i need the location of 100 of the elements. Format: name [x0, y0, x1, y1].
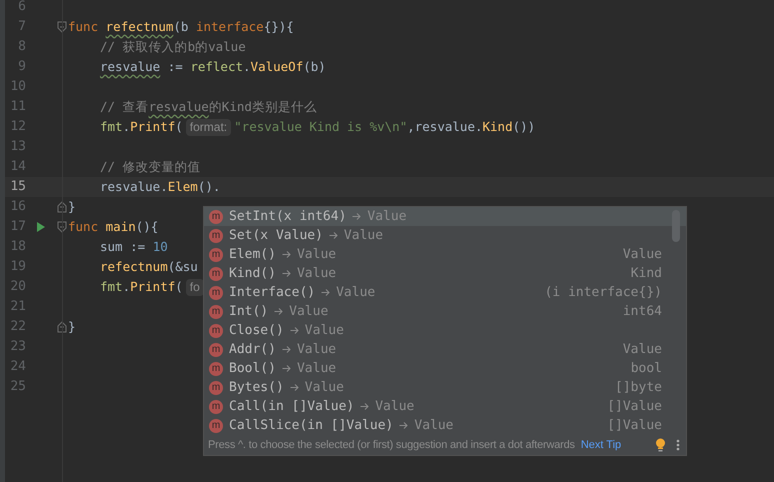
- return-type: Value: [296, 246, 336, 264]
- method-icon: m: [209, 248, 223, 262]
- method-name: Interface(): [229, 284, 316, 302]
- type-text: bool: [630, 360, 662, 378]
- completion-item[interactable]: m Interface() Value (i interface{}): [204, 283, 686, 302]
- more-icon[interactable]: [676, 439, 680, 451]
- arrow-icon: [352, 212, 362, 221]
- completion-item[interactable]: m CallSlice(in []Value) Value []Value: [204, 416, 686, 435]
- completion-item[interactable]: m SetInt(x int64) Value: [204, 207, 686, 226]
- completion-item[interactable]: m Bytes() Value []byte: [204, 378, 686, 397]
- keyword: func: [68, 18, 100, 36]
- type-text: (i interface{}): [544, 284, 662, 302]
- code-text: ,resvalue.: [407, 118, 482, 136]
- arrow-icon: [321, 288, 330, 297]
- fold-icon[interactable]: [57, 201, 67, 213]
- method-name: Int(): [229, 302, 268, 321]
- line-number: 16: [9, 198, 26, 216]
- line-number: 10: [9, 78, 26, 96]
- method-name: Elem(): [229, 246, 276, 264]
- return-type: Value: [336, 284, 376, 302]
- line-number: 7: [17, 18, 26, 36]
- return-type: Value: [296, 264, 336, 283]
- method-icon: m: [209, 400, 223, 414]
- package-name: reflect: [190, 58, 244, 76]
- return-type: Value: [414, 416, 454, 435]
- return-type: Value: [344, 226, 384, 245]
- next-tip-link[interactable]: Next Tip: [580, 436, 622, 454]
- completion-item[interactable]: m Int() Value int64: [204, 302, 686, 321]
- type-text: Value: [622, 340, 662, 359]
- completion-item[interactable]: m Set(x Value) Value: [204, 226, 686, 245]
- completion-item[interactable]: m Addr() Value Value: [204, 340, 686, 359]
- method-name: Addr(): [229, 340, 276, 359]
- line-number: 11: [9, 98, 26, 116]
- code-text: (b): [303, 58, 326, 76]
- package-name: fmt: [100, 278, 123, 296]
- fold-icon[interactable]: [57, 21, 67, 33]
- code-comment: resvalue: [148, 98, 209, 116]
- line-number: 15: [9, 178, 26, 196]
- function-name: main: [106, 218, 136, 236]
- return-type: Value: [304, 378, 344, 397]
- keyword: func: [68, 218, 100, 236]
- parameter-hint: fo: [186, 278, 204, 296]
- method-icon: m: [209, 266, 223, 280]
- arrow-icon: [282, 345, 291, 354]
- code-text: }: [68, 198, 76, 216]
- code-comment: 的Kind类别是什么: [208, 98, 317, 116]
- keyword: interface: [196, 18, 264, 36]
- arrow-icon: [282, 250, 291, 259]
- code-text: (b: [173, 18, 190, 36]
- scrollbar[interactable]: [672, 210, 680, 242]
- function-call: refectnum: [100, 258, 168, 276]
- line-number: 8: [17, 38, 26, 56]
- fold-icon[interactable]: [57, 221, 67, 233]
- code-text: ().: [198, 178, 220, 196]
- return-type: Value: [367, 208, 407, 226]
- fold-icon[interactable]: [57, 321, 67, 333]
- arrow-icon: [274, 307, 284, 316]
- arrow-icon: [282, 269, 291, 278]
- line-number: 24: [9, 358, 26, 376]
- return-type: Value: [296, 360, 336, 378]
- arrow-icon: [282, 364, 291, 373]
- function-call: Printf: [130, 278, 176, 296]
- code-text: resvalue: [100, 58, 160, 76]
- completion-item[interactable]: m Call(in []Value) Value []Value: [204, 397, 686, 416]
- type-text: Kind: [630, 264, 662, 283]
- completion-item[interactable]: m Bool() Value bool: [204, 359, 686, 378]
- arrow-icon: [290, 383, 299, 392]
- code-text: (){: [136, 218, 158, 236]
- completion-item[interactable]: m Elem() Value Value: [204, 245, 686, 264]
- code-text: {}){: [264, 18, 294, 36]
- method-icon: m: [209, 418, 223, 432]
- arrow-icon: [360, 402, 370, 411]
- completion-item[interactable]: m Close() Value: [204, 321, 686, 340]
- code-text: }: [68, 318, 76, 336]
- method-name: Bool(): [229, 360, 276, 378]
- type-text: Value: [622, 246, 662, 264]
- function-call: ValueOf: [250, 58, 304, 76]
- code-text: (: [175, 118, 183, 136]
- code-text: :=: [166, 58, 184, 76]
- line-number: 6: [17, 0, 26, 16]
- function-call: Kind: [482, 118, 513, 136]
- hint-text: Press ^. to choose the selected (or first) suggestion and insert a dot afterwards: [208, 438, 575, 453]
- line-number: 22: [9, 318, 26, 336]
- line-number: 21: [9, 298, 26, 316]
- method-icon: m: [209, 210, 223, 224]
- string-literal: "resvalue Kind is %v\n": [234, 118, 408, 136]
- type-text: []byte: [615, 378, 662, 397]
- arrow-icon: [399, 421, 408, 430]
- type-text: []Value: [607, 398, 662, 416]
- run-icon[interactable]: [36, 221, 46, 233]
- type-text: int64: [622, 302, 662, 321]
- code-text: resvalue.: [100, 178, 168, 196]
- code-text: ()): [512, 118, 536, 136]
- line-number: 13: [9, 138, 26, 156]
- method-name: Call(in []Value): [229, 398, 354, 416]
- lightbulb-icon[interactable]: [655, 438, 666, 452]
- package-name: fmt: [100, 118, 123, 136]
- code-comment: // 查看: [100, 98, 149, 116]
- completion-item[interactable]: m Kind() Value Kind: [204, 264, 686, 283]
- method-icon: m: [209, 324, 223, 338]
